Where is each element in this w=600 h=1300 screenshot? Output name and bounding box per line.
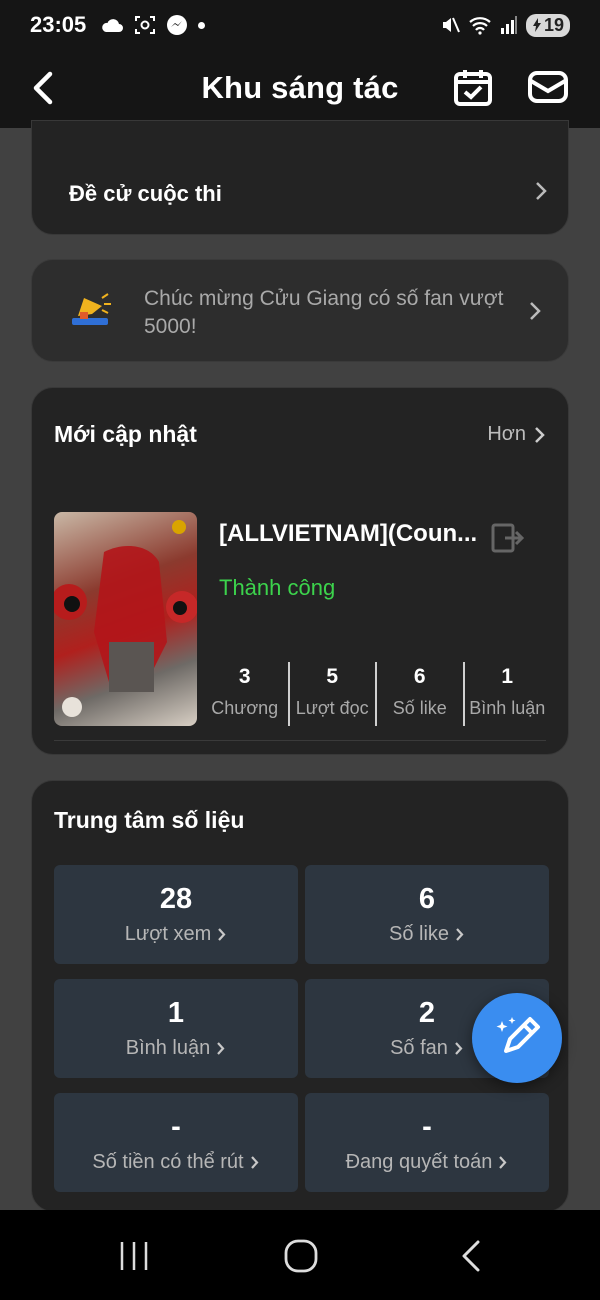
chevron-right-icon: [250, 1156, 259, 1169]
cover-art: [54, 520, 197, 717]
mail-icon[interactable]: [527, 67, 569, 107]
tile-label: Lượt xem: [124, 923, 212, 945]
book-cover-image[interactable]: [54, 512, 197, 726]
stat-label: Số like: [392, 698, 447, 718]
chevron-right-icon: [456, 928, 464, 941]
more-label: Hơn: [487, 423, 526, 445]
chevron-right-icon: [535, 426, 545, 443]
system-nav-bar: [0, 1210, 600, 1300]
book-stats: 3 Chương 5 Lượt đọc 6 Số like 1 Bình luậ…: [202, 662, 550, 726]
megaphone-icon: [72, 293, 111, 325]
status-time: 23:05: [30, 12, 87, 37]
messenger-icon: [167, 15, 188, 35]
tile-label-row: Số tiền có thể rút: [54, 1151, 298, 1174]
system-back-icon[interactable]: [452, 1238, 492, 1274]
stat-comments: 1 Bình luận: [462, 662, 551, 726]
tile-value: -: [422, 1111, 432, 1143]
tile-withdrawable[interactable]: - Số tiền có thể rút: [54, 1093, 298, 1192]
recent-updates-card: Mới cập nhật Hơn [ALLVIETNAM](Coun... Th…: [31, 387, 569, 755]
chevron-right-icon: [455, 1042, 463, 1055]
stat-likes: 6 Số like: [375, 662, 463, 726]
stat-value: 5: [326, 665, 339, 688]
stat-value: 6: [413, 665, 426, 688]
stat-value: 1: [501, 665, 514, 688]
stat-label: Lượt đọc: [295, 698, 369, 718]
tile-value: 6: [418, 883, 436, 915]
book-title[interactable]: [ALLVIETNAM](Coun...: [219, 520, 484, 548]
battery-level: 19: [543, 14, 564, 35]
stat-reads: 5 Lượt đọc: [287, 662, 376, 726]
chevron-right-icon: [536, 182, 547, 200]
battery-icon: 19: [525, 13, 570, 37]
notice-card[interactable]: Chúc mừng Cửu Giang có số fan vượt 5000!: [31, 259, 569, 362]
tile-likes[interactable]: 6 Số like: [305, 865, 549, 964]
tile-label: Bình luận: [125, 1037, 211, 1059]
book-status: Thành công: [219, 575, 336, 600]
tile-label-row: Đang quyết toán: [305, 1151, 549, 1174]
recent-apps-icon[interactable]: [114, 1238, 154, 1274]
more-link[interactable]: Hơn: [487, 423, 546, 446]
magic-pencil-icon: [496, 1017, 540, 1053]
signal-icon: [500, 16, 517, 34]
tile-label-row: Số like: [305, 923, 549, 946]
tile-label: Số like: [388, 923, 450, 945]
chevron-right-icon: [218, 928, 226, 941]
cloud-icon: [102, 19, 124, 32]
tile-label: Số tiền có thể rút: [92, 1151, 244, 1173]
wifi-icon: [469, 17, 491, 35]
page-title: Khu sáng tác: [201, 70, 399, 105]
tile-label: Đang quyết toán: [345, 1151, 493, 1173]
notice-text: Chúc mừng Cửu Giang có số fan vượt 5000!: [144, 287, 504, 338]
nominate-card[interactable]: Đề cử cuộc thi: [31, 120, 569, 235]
calendar-check-icon[interactable]: [453, 67, 493, 107]
write-fab-button[interactable]: [472, 993, 562, 1083]
stat-value: 3: [238, 665, 251, 688]
data-center-card: Trung tâm số liệu 28 Lượt xem 6 Số like …: [31, 780, 569, 1212]
tile-value: -: [171, 1111, 181, 1143]
tile-value: 28: [159, 883, 193, 915]
stat-chapters: 3 Chương: [202, 662, 288, 726]
export-icon[interactable]: [491, 522, 525, 554]
tile-views[interactable]: 28 Lượt xem: [54, 865, 298, 964]
divider: [54, 740, 546, 741]
tile-label-row: Bình luận: [54, 1037, 298, 1060]
tile-comments[interactable]: 1 Bình luận: [54, 979, 298, 1078]
chevron-right-icon: [217, 1042, 225, 1055]
home-icon[interactable]: [281, 1238, 321, 1274]
tile-label: Số fan: [390, 1037, 448, 1059]
stat-label: Bình luận: [469, 698, 546, 718]
chevron-right-icon: [530, 302, 541, 320]
nominate-label: Đề cử cuộc thi: [69, 181, 222, 206]
tile-value: 1: [167, 997, 185, 1029]
mute-icon: [442, 17, 460, 33]
tile-label-row: Lượt xem: [54, 923, 298, 946]
stat-label: Chương: [211, 698, 279, 718]
tile-settling[interactable]: - Đang quyết toán: [305, 1093, 549, 1192]
chevron-right-icon: [499, 1156, 507, 1169]
screenshot-icon: [135, 16, 156, 34]
app-header: Khu sáng tác: [0, 50, 600, 128]
section-title-updates: Mới cập nhật: [54, 421, 197, 447]
dot-icon: [198, 21, 206, 29]
section-title-data: Trung tâm số liệu: [54, 807, 245, 833]
status-bar: 23:05 19: [0, 0, 600, 50]
